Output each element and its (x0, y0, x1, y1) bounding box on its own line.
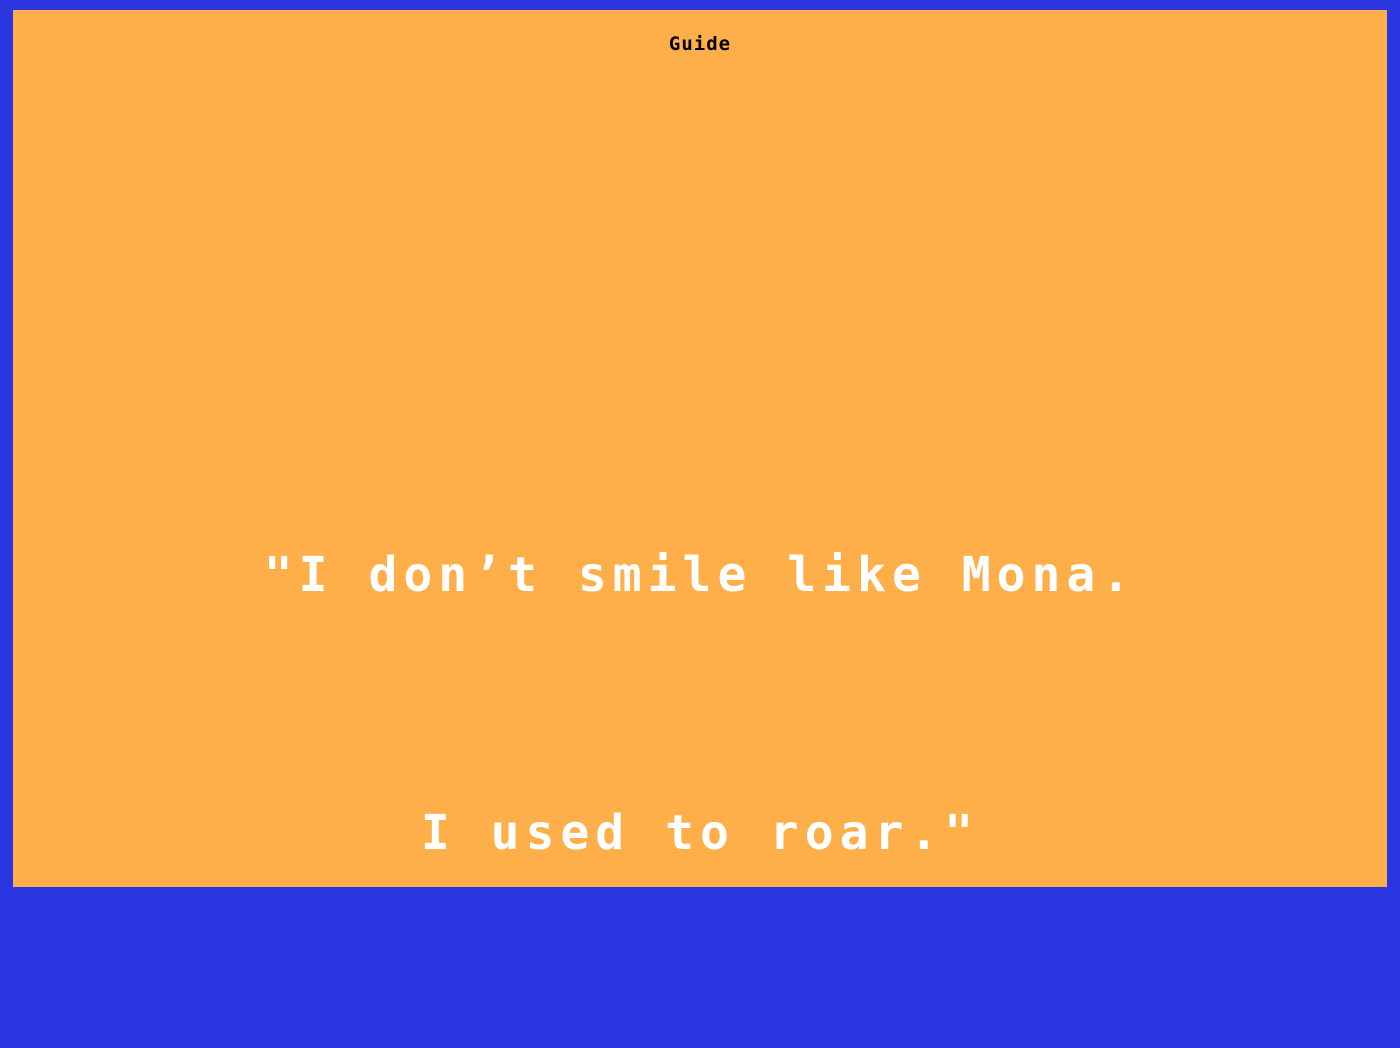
dialogue-line-2: I used to roar." (420, 805, 980, 861)
dialogue-line-1: "I don’t smile like Mona. (263, 547, 1137, 603)
dialogue-text: "I don’t smile like Mona. I used to roar… (13, 360, 1387, 1048)
dialogue-screen[interactable]: Guide "I don’t smile like Mona. I used t… (13, 10, 1387, 887)
screen-title: Guide (668, 33, 732, 55)
game-frame: Guide "I don’t smile like Mona. I used t… (0, 0, 1400, 900)
